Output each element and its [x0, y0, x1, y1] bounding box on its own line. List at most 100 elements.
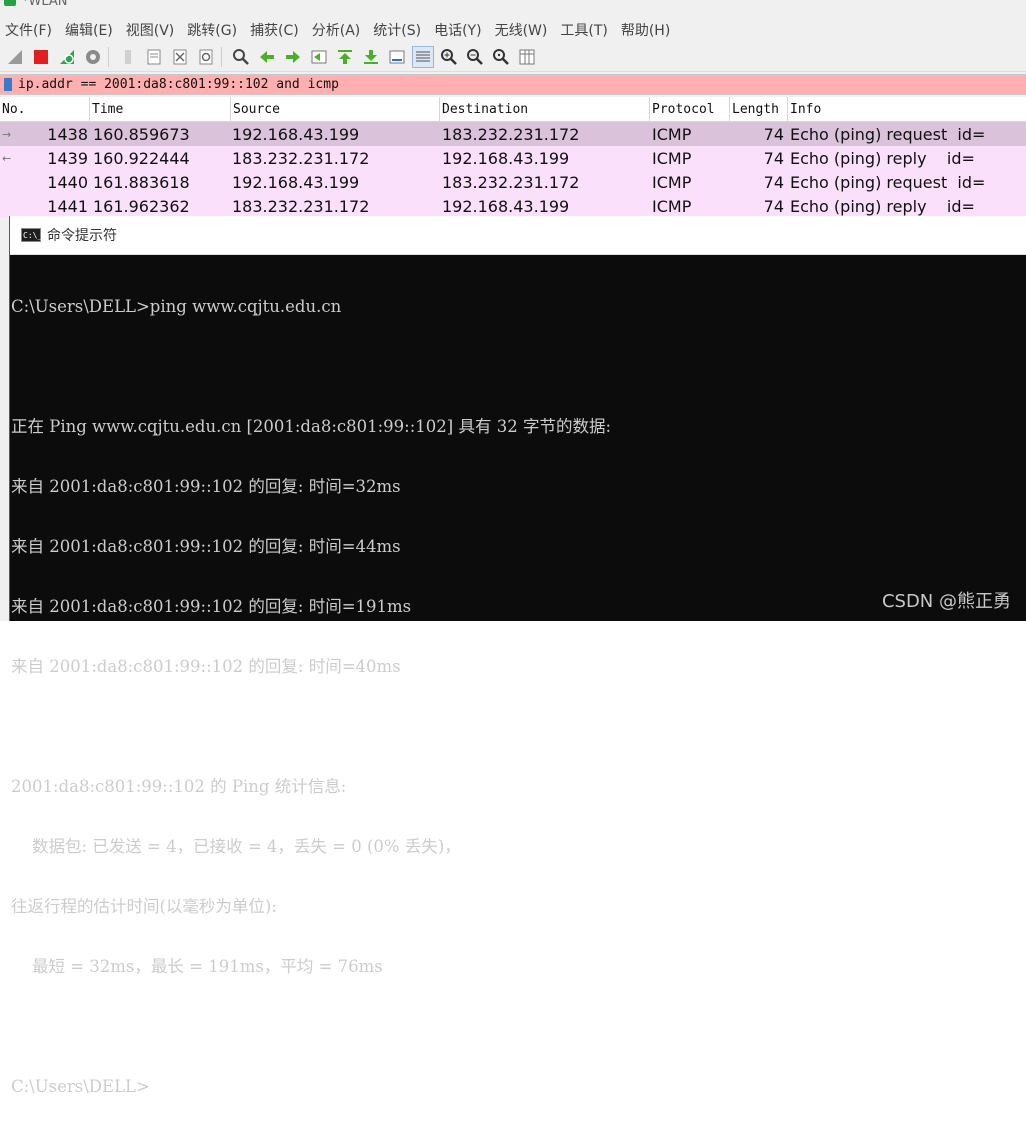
cell-no: 1439: [47, 148, 88, 168]
menu-edit[interactable]: 编辑(E): [60, 20, 118, 40]
cell-length: 74: [763, 172, 784, 192]
menu-tools[interactable]: 工具(T): [555, 20, 612, 40]
packet-row[interactable]: ← 1439 160.922444 183.232.231.172 192.16…: [0, 146, 1026, 170]
first-packet-icon[interactable]: [334, 46, 356, 68]
zoom-in-icon[interactable]: [438, 46, 460, 68]
cell-source: 192.168.43.199: [232, 124, 360, 144]
cell-destination: 192.168.43.199: [442, 148, 570, 168]
menu-telephony[interactable]: 电话(Y): [429, 20, 486, 40]
cell-destination: 183.232.231.172: [442, 124, 580, 144]
column-header-time[interactable]: Time: [90, 97, 231, 121]
shark-fin-icon[interactable]: [4, 46, 26, 68]
column-header-protocol[interactable]: Protocol: [650, 97, 730, 121]
open-file-icon[interactable]: [117, 46, 139, 68]
reload-file-icon[interactable]: [195, 46, 217, 68]
display-filter-input[interactable]: ip.addr == 2001:da8:c801:99::102 and icm…: [18, 77, 339, 92]
cell-source: 183.232.231.172: [232, 196, 370, 216]
cell-source: 183.232.231.172: [232, 148, 370, 168]
watermark: CSDN @熊正勇: [881, 591, 1011, 612]
find-packet-icon[interactable]: [230, 46, 252, 68]
packet-row[interactable]: 1441 161.962362 183.232.231.172 192.168.…: [0, 194, 1026, 218]
menu-file[interactable]: 文件(F): [0, 20, 57, 40]
save-file-icon[interactable]: [143, 46, 165, 68]
column-header-no[interactable]: No.: [0, 97, 90, 121]
cell-destination: 192.168.43.199: [442, 196, 570, 216]
menu-help[interactable]: 帮助(H): [616, 20, 675, 40]
last-packet-icon[interactable]: [360, 46, 382, 68]
console-line: 来自 2001:da8:c801:99::102 的回复: 时间=191ms: [11, 597, 412, 616]
console-line: 来自 2001:da8:c801:99::102 的回复: 时间=32ms: [11, 477, 401, 496]
menu-statistics[interactable]: 统计(S): [368, 20, 426, 40]
restart-capture-icon[interactable]: [56, 46, 78, 68]
menu-capture[interactable]: 捕获(C): [245, 20, 304, 40]
cell-no: 1438: [47, 124, 88, 144]
window-title-bar: *WLAN: [0, 0, 68, 9]
go-forward-icon[interactable]: [282, 46, 304, 68]
packet-row[interactable]: 1440 161.883618 192.168.43.199 183.232.2…: [0, 170, 1026, 194]
packet-list-header: No. Time Source Destination Protocol Len…: [0, 97, 1026, 122]
column-header-destination[interactable]: Destination: [440, 97, 650, 121]
resize-columns-icon[interactable]: [516, 46, 538, 68]
cell-destination: 183.232.231.172: [442, 172, 580, 192]
console-line: 数据包: 已发送 = 4，已接收 = 4，丢失 = 0 (0% 丢失)，: [11, 837, 461, 856]
toolbar-separator: [108, 47, 109, 67]
cmd-title-bar[interactable]: C:\_ 命令提示符: [10, 216, 1026, 255]
cell-source: 192.168.43.199: [232, 172, 360, 192]
reply-arrow-icon: ←: [2, 151, 12, 165]
cell-protocol: ICMP: [652, 196, 692, 216]
console-line: 来自 2001:da8:c801:99::102 的回复: 时间=44ms: [11, 537, 401, 556]
cell-time: 160.859673: [93, 124, 190, 144]
autoscroll-icon[interactable]: [386, 46, 408, 68]
display-filter-bar[interactable]: ip.addr == 2001:da8:c801:99::102 and icm…: [0, 74, 1026, 95]
capture-options-icon[interactable]: [82, 46, 104, 68]
cell-info: Echo (ping) request id=: [790, 172, 986, 192]
cell-info: Echo (ping) request id=: [790, 124, 986, 144]
menu-go[interactable]: 跳转(G): [182, 20, 242, 40]
console-line: 最短 = 32ms，最长 = 191ms，平均 = 76ms: [11, 957, 383, 976]
bookmark-icon[interactable]: [4, 78, 12, 91]
menu-wireless[interactable]: 无线(W): [490, 20, 553, 40]
console-output[interactable]: C:\Users\DELL>ping www.cqjtu.edu.cn 正在 P…: [10, 255, 1026, 1137]
column-header-info[interactable]: Info: [788, 97, 1026, 121]
cell-time: 161.962362: [93, 196, 190, 216]
request-arrow-icon: →: [2, 127, 12, 141]
cell-info: Echo (ping) reply id=: [790, 196, 975, 216]
console-line: C:\Users\DELL>ping www.cqjtu.edu.cn: [11, 297, 342, 316]
normal-size-icon[interactable]: [490, 46, 512, 68]
packet-list: No. Time Source Destination Protocol Len…: [0, 97, 1026, 218]
colorize-icon[interactable]: [412, 46, 434, 68]
cell-time: 160.922444: [93, 148, 190, 168]
zoom-out-icon[interactable]: [464, 46, 486, 68]
packet-row[interactable]: → 1438 160.859673 192.168.43.199 183.232…: [0, 122, 1026, 146]
go-to-packet-icon[interactable]: [308, 46, 330, 68]
toolbar-separator: [221, 47, 222, 67]
cell-protocol: ICMP: [652, 148, 692, 168]
cell-time: 161.883618: [93, 172, 190, 192]
cell-no: 1440: [47, 172, 88, 192]
go-back-icon[interactable]: [256, 46, 278, 68]
column-header-length[interactable]: Length: [730, 97, 788, 121]
console-line: 往返行程的估计时间(以毫秒为单位):: [11, 897, 277, 916]
stop-capture-icon[interactable]: [30, 46, 52, 68]
command-prompt-window: C:\_ 命令提示符 C:\Users\DELL>ping www.cqjtu.…: [9, 216, 1026, 1096]
menu-view[interactable]: 视图(V): [121, 20, 180, 40]
console-line: 2001:da8:c801:99::102 的 Ping 统计信息:: [11, 777, 347, 796]
cell-protocol: ICMP: [652, 124, 692, 144]
cell-protocol: ICMP: [652, 172, 692, 192]
cell-length: 74: [763, 196, 784, 216]
menu-analyze[interactable]: 分析(A): [307, 20, 366, 40]
column-header-source[interactable]: Source: [231, 97, 440, 121]
close-file-icon[interactable]: [169, 46, 191, 68]
console-prompt-line[interactable]: C:\Users\DELL>: [11, 1077, 1026, 1097]
cmd-window-title: 命令提示符: [47, 228, 117, 244]
cell-length: 74: [763, 124, 784, 144]
cell-info: Echo (ping) reply id=: [790, 148, 975, 168]
cell-no: 1441: [47, 196, 88, 216]
wireshark-logo-icon: [4, 0, 16, 6]
cell-length: 74: [763, 148, 784, 168]
cmd-window-icon: C:\_: [21, 228, 42, 242]
console-line: 正在 Ping www.cqjtu.edu.cn [2001:da8:c801:…: [11, 417, 612, 436]
